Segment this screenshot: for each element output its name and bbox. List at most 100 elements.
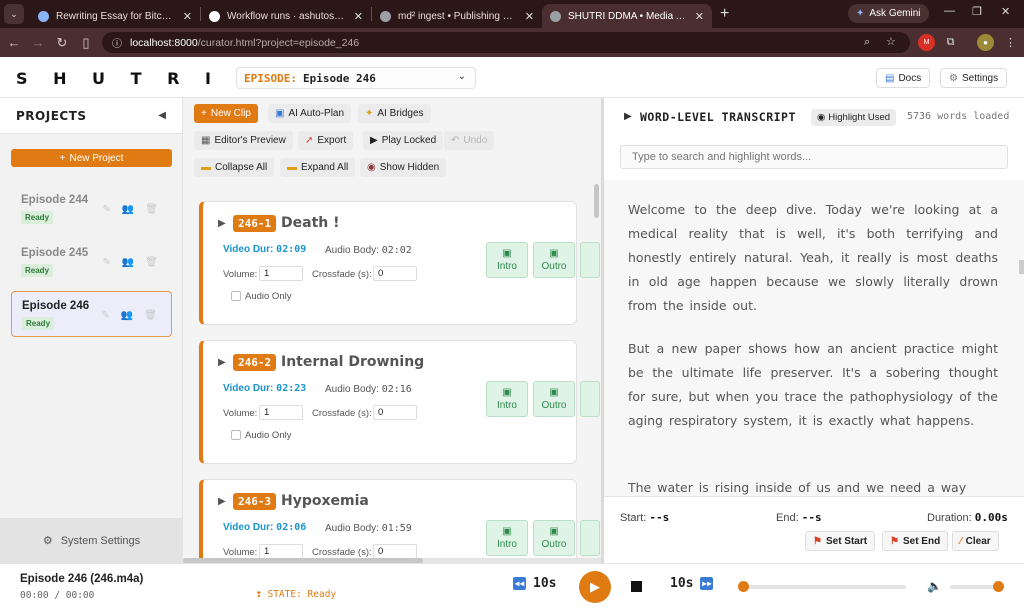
trash-icon[interactable]: 🗑 <box>145 204 158 215</box>
ask-gemini-button[interactable]: ✦ Ask Gemini <box>848 4 929 23</box>
crossfade-input[interactable]: 0 <box>373 266 417 281</box>
reload-icon[interactable]: ↻ <box>50 35 74 51</box>
collapse-sidebar-icon[interactable]: ◀ <box>158 110 166 121</box>
browser-tab-active[interactable]: SHUTRI DDMA • Media Automa ✕ <box>542 4 712 28</box>
play-locked-button[interactable]: ▶ Play Locked <box>363 131 444 150</box>
editors-preview-button[interactable]: ▦ Editor's Preview <box>194 131 293 150</box>
close-tab-icon[interactable]: ✕ <box>183 10 192 23</box>
volume-icon[interactable]: 🔈 <box>927 579 942 593</box>
close-tab-icon[interactable]: ✕ <box>695 10 704 23</box>
site-info-icon[interactable]: ⓘ <box>112 35 122 50</box>
intro-button[interactable]: ▣ Intro <box>486 242 528 278</box>
ai-bridges-button[interactable]: ✦ AI Bridges <box>358 104 431 123</box>
play-button[interactable]: ▶ <box>579 571 611 603</box>
volume-knob[interactable] <box>993 581 1004 592</box>
clear-button[interactable]: ⁄ Clear <box>952 531 999 551</box>
skip-back-button[interactable]: ◀◀ 10s <box>513 576 556 591</box>
bookmark-star-icon[interactable]: ☆ <box>886 32 896 53</box>
zoom-icon[interactable]: ⌕ <box>864 32 870 53</box>
gemini-favicon-icon <box>38 10 49 22</box>
transcript-paragraph[interactable]: Welcome to the deep dive. Today we're lo… <box>628 198 998 318</box>
intro-button[interactable]: ▣ Intro <box>486 520 528 556</box>
users-icon[interactable]: 👥 <box>121 310 133 321</box>
expand-all-button[interactable]: ▬ Expand All <box>280 158 356 177</box>
outro-button[interactable]: ▣ Outro <box>533 242 575 278</box>
crossfade-input[interactable]: 0 <box>373 405 417 420</box>
collapse-all-button[interactable]: ▬ Collapse All <box>194 158 275 177</box>
new-tab-icon[interactable]: + <box>720 5 729 23</box>
system-settings-button[interactable]: ⚙ System Settings <box>0 518 183 563</box>
users-icon[interactable]: 👥 <box>122 257 134 268</box>
close-tab-icon[interactable]: ✕ <box>525 10 534 23</box>
export-button[interactable]: ➚ Export <box>298 131 354 150</box>
transcript-paragraph[interactable]: But a new paper shows how an ancient pra… <box>628 337 998 433</box>
clip-title[interactable]: Death ! <box>281 215 339 231</box>
stop-button[interactable] <box>631 581 642 592</box>
trash-icon[interactable]: 🗑 <box>145 257 158 268</box>
address-bar[interactable]: ⓘ localhost:8000/curator.html?project=ep… <box>102 32 910 53</box>
crossfade-input[interactable]: 0 <box>373 544 417 559</box>
maximize-icon[interactable]: ❐ <box>972 5 982 18</box>
transcript-paragraph[interactable]: The water is rising inside of us and we … <box>628 476 998 496</box>
settings-button[interactable]: ⚙ Settings <box>940 68 1008 88</box>
volume-input[interactable]: 1 <box>259 266 303 281</box>
expand-clip-icon[interactable]: ▶ <box>218 357 226 368</box>
clips-vertical-scrollbar[interactable] <box>594 184 599 218</box>
trash-icon[interactable]: 🗑 <box>144 310 157 321</box>
tab-search-icon[interactable]: ⌄ <box>4 4 24 24</box>
new-clip-button[interactable]: + New Clip <box>194 104 258 123</box>
menu-kebab-icon[interactable]: ⋮ <box>1002 34 1019 51</box>
volume-slider[interactable] <box>950 581 1004 592</box>
transcript-body[interactable]: Welcome to the deep dive. Today we're lo… <box>604 180 1024 496</box>
edit-pencil-icon[interactable]: ✎ <box>102 204 110 215</box>
gmail-extension-icon[interactable]: M <box>918 34 935 51</box>
back-arrow-icon[interactable]: ← <box>2 35 26 50</box>
show-hidden-button[interactable]: ◉ Show Hidden <box>360 158 447 177</box>
seek-slider[interactable] <box>738 581 906 592</box>
close-tab-icon[interactable]: ✕ <box>354 10 363 23</box>
segment-button-partial[interactable] <box>580 381 600 417</box>
forward-arrow-icon[interactable]: → <box>26 35 50 50</box>
highlight-used-button[interactable]: ◉ Highlight Used <box>811 109 897 126</box>
segment-button-partial[interactable] <box>580 520 600 556</box>
skip-forward-button[interactable]: 10s ▶▶ <box>670 576 714 591</box>
edit-pencil-icon[interactable]: ✎ <box>102 257 110 268</box>
profile-avatar[interactable]: ● <box>977 34 994 51</box>
extensions-puzzle-icon[interactable]: ⧉ <box>942 34 959 51</box>
close-window-icon[interactable]: ✕ <box>1001 5 1010 18</box>
browser-tab-3[interactable]: md² ingest • Publishing Cockpit ✕ <box>372 4 542 28</box>
seek-knob[interactable] <box>738 581 749 592</box>
users-icon[interactable]: 👥 <box>122 204 134 215</box>
outro-button[interactable]: ▣ Outro <box>533 520 575 556</box>
clip-title[interactable]: Hypoxemia <box>281 493 369 509</box>
project-item-episode-246[interactable]: Episode 246 Ready ✎ 👥 🗑 <box>11 291 172 337</box>
segment-button-partial[interactable] <box>580 242 600 278</box>
collapse-transcript-icon[interactable]: ▶ <box>624 111 632 122</box>
set-start-button[interactable]: ⚑ Set Start <box>805 531 876 551</box>
browser-tab-1[interactable]: Rewriting Essay for Bitcoin Tech ✕ <box>30 4 200 28</box>
project-item-episode-245[interactable]: Episode 245 Ready ✎ 👥 🗑 <box>11 239 172 285</box>
outro-button[interactable]: ▣ Outro <box>533 381 575 417</box>
audio-only-checkbox[interactable] <box>231 430 241 440</box>
minimize-icon[interactable]: — <box>944 5 955 17</box>
volume-input[interactable]: 1 <box>259 405 303 420</box>
audio-only-checkbox[interactable] <box>231 291 241 301</box>
expand-clip-icon[interactable]: ▶ <box>218 218 226 229</box>
volume-input[interactable]: 1 <box>259 544 303 559</box>
new-project-button[interactable]: + New Project <box>11 149 172 167</box>
project-item-episode-244[interactable]: Episode 244 Ready ✎ 👥 🗑 <box>11 186 172 232</box>
intro-button[interactable]: ▣ Intro <box>486 381 528 417</box>
undo-button[interactable]: ↶ Undo <box>444 131 495 150</box>
transcript-search-input[interactable]: Type to search and highlight words... <box>620 145 1008 169</box>
split-view-icon[interactable]: ▯ <box>74 35 98 51</box>
expand-clip-icon[interactable]: ▶ <box>218 496 226 507</box>
ai-auto-plan-button[interactable]: ▣ AI Auto-Plan <box>268 104 352 123</box>
video-duration-label: Video Dur: <box>223 383 274 394</box>
docs-button[interactable]: ▤ Docs <box>876 68 931 88</box>
set-end-button[interactable]: ⚑ Set End <box>882 531 949 551</box>
episode-selector[interactable]: EPISODE: Episode 246 ⌄ <box>236 67 476 89</box>
transcript-scrollbar[interactable] <box>1019 260 1024 274</box>
clip-title[interactable]: Internal Drowning <box>281 354 424 370</box>
edit-pencil-icon[interactable]: ✎ <box>101 310 109 321</box>
browser-tab-2[interactable]: Workflow runs · ashutoshmjain ✕ <box>201 4 371 28</box>
